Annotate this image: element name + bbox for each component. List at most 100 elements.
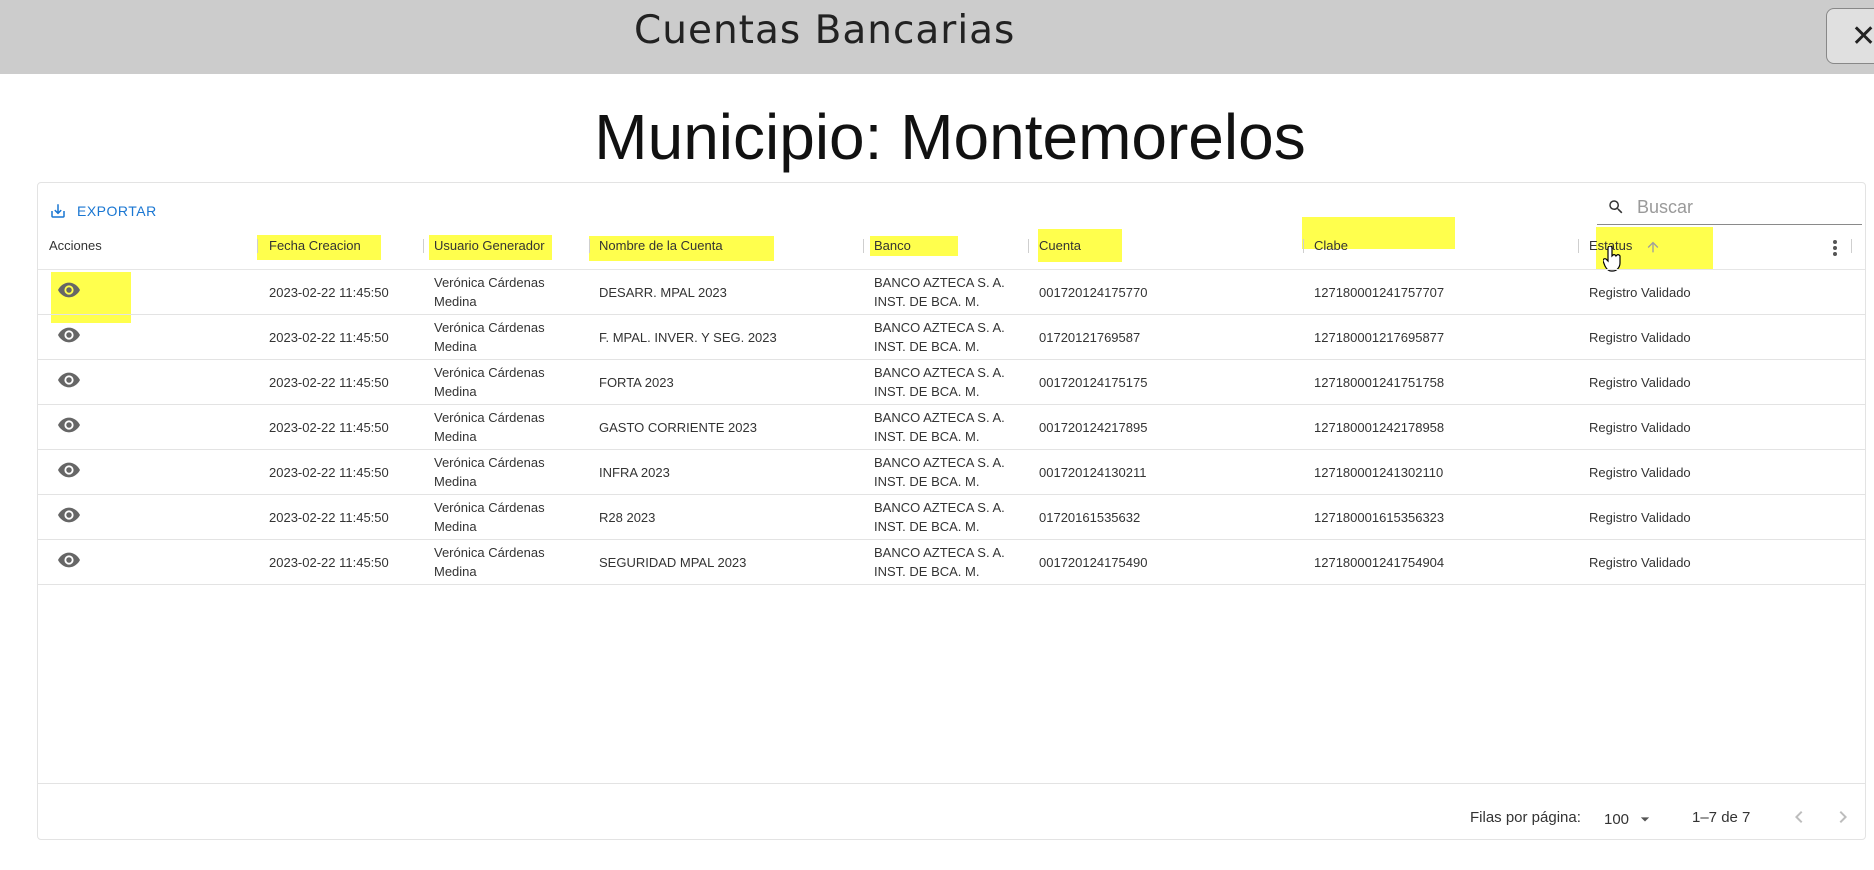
table-row[interactable]: 2023-02-22 11:45:50 Verónica Cárdenas Med… [38,450,1865,495]
cell-usuario: Verónica Cárdenas Medina [434,498,545,536]
cell-usuario-line1: Verónica Cárdenas [434,410,545,425]
search-box[interactable] [1597,189,1862,225]
cell-banco-line2: INST. DE BCA. M. [874,564,980,579]
caret-down-icon [1641,817,1650,822]
cell-nombre: INFRA 2023 [599,465,670,480]
column-separator[interactable] [1028,239,1029,253]
eye-icon[interactable] [58,417,80,433]
cell-cuenta: 001720124175175 [1039,375,1148,390]
cell-fecha: 2023-02-22 11:45:50 [269,420,389,435]
chevron-right-icon[interactable] [1831,805,1855,829]
cell-usuario-line2: Medina [434,564,477,579]
cell-usuario: Verónica Cárdenas Medina [434,318,545,356]
rows-per-page-select[interactable]: 100 [1604,809,1655,829]
eye-icon[interactable] [58,507,80,523]
eye-icon[interactable] [58,462,80,478]
column-separator[interactable] [423,239,424,253]
cell-usuario-line2: Medina [434,429,477,444]
column-header-cuenta[interactable]: Cuenta [1039,231,1081,261]
cell-banco-line2: INST. DE BCA. M. [874,294,980,309]
column-header-fecha[interactable]: Fecha Creacion [269,231,361,261]
table-row[interactable]: 2023-02-22 11:45:50 Verónica Cárdenas Med… [38,315,1865,360]
cell-usuario-line1: Verónica Cárdenas [434,545,545,560]
cell-banco: BANCO AZTECA S. A. INST. DE BCA. M. [874,453,1005,491]
cell-estatus: Registro Validado [1589,510,1691,525]
cell-nombre: F. MPAL. INVER. Y SEG. 2023 [599,330,777,345]
column-header-acciones[interactable]: Acciones [49,231,102,261]
column-separator[interactable] [1578,239,1579,253]
cell-banco-line2: INST. DE BCA. M. [874,474,980,489]
cell-fecha: 2023-02-22 11:45:50 [269,285,389,300]
cell-banco: BANCO AZTECA S. A. INST. DE BCA. M. [874,363,1005,401]
eye-icon[interactable] [58,552,80,568]
cell-clabe: 127180001217695877 [1314,330,1445,345]
cell-clabe: 127180001615356323 [1314,510,1445,525]
table-row[interactable]: 2023-02-22 11:45:50 Verónica Cárdenas Med… [38,405,1865,450]
cell-estatus: Registro Validado [1589,285,1691,300]
close-icon: ✕ [1851,19,1874,54]
cell-usuario-line1: Verónica Cárdenas [434,320,545,335]
cell-usuario-line2: Medina [434,294,477,309]
cell-banco: BANCO AZTECA S. A. INST. DE BCA. M. [874,408,1005,446]
table-row[interactable]: 2023-02-22 11:45:50 Verónica Cárdenas Med… [38,495,1865,540]
cell-usuario: Verónica Cárdenas Medina [434,363,545,401]
column-separator[interactable] [257,239,258,253]
rows-per-page-label: Filas por página: [1470,809,1581,826]
cell-banco: BANCO AZTECA S. A. INST. DE BCA. M. [874,543,1005,581]
chevron-left-icon[interactable] [1787,805,1811,829]
dialog-title: Cuentas Bancarias [634,8,1016,53]
cell-cuenta: 001720124175490 [1039,555,1148,570]
export-label: EXPORTAR [77,203,157,219]
cell-banco: BANCO AZTECA S. A. INST. DE BCA. M. [874,318,1005,356]
column-separator[interactable] [1303,239,1304,253]
column-header-nombre[interactable]: Nombre de la Cuenta [599,231,723,261]
table-row[interactable]: 2023-02-22 11:45:50 Verónica Cárdenas Med… [38,270,1865,315]
cell-nombre: GASTO CORRIENTE 2023 [599,420,757,435]
search-input[interactable] [1635,193,1859,221]
cell-banco-line1: BANCO AZTECA S. A. [874,455,1005,470]
cell-usuario-line1: Verónica Cárdenas [434,275,545,290]
table-row[interactable]: 2023-02-22 11:45:50 Verónica Cárdenas Med… [38,360,1865,405]
cell-cuenta: 01720161535632 [1039,510,1141,525]
eye-icon[interactable] [58,327,80,343]
cell-estatus: Registro Validado [1589,420,1691,435]
cell-clabe: 127180001242178958 [1314,420,1445,435]
eye-icon[interactable] [58,372,80,388]
close-button[interactable]: ✕ [1826,8,1874,64]
search-icon [1609,200,1623,214]
column-header-banco[interactable]: Banco [874,231,911,261]
cell-banco-line1: BANCO AZTECA S. A. [874,410,1005,425]
cell-usuario-line2: Medina [434,519,477,534]
cell-cuenta: 001720124130211 [1039,465,1147,480]
column-header-clabe[interactable]: Clabe [1314,231,1348,261]
cell-banco-line1: BANCO AZTECA S. A. [874,500,1005,515]
column-separator[interactable] [589,239,590,253]
column-header-usuario[interactable]: Usuario Generador [434,231,545,261]
cell-usuario-line1: Verónica Cárdenas [434,365,545,380]
cell-fecha: 2023-02-22 11:45:50 [269,510,389,525]
cell-fecha: 2023-02-22 11:45:50 [269,375,389,390]
arrow-up-icon[interactable] [1645,239,1661,255]
cell-usuario-line2: Medina [434,474,477,489]
table-row[interactable]: 2023-02-22 11:45:50 Verónica Cárdenas Med… [38,540,1865,585]
cell-cuenta: 001720124217895 [1039,420,1148,435]
eye-icon[interactable] [58,282,80,298]
column-separator[interactable] [863,239,864,253]
cell-usuario: Verónica Cárdenas Medina [434,453,545,491]
cell-banco-line1: BANCO AZTECA S. A. [874,275,1005,290]
cell-fecha: 2023-02-22 11:45:50 [269,555,389,570]
cell-banco: BANCO AZTECA S. A. INST. DE BCA. M. [874,498,1005,536]
page-title: Municipio: Montemorelos [594,101,1306,173]
cell-estatus: Registro Validado [1589,330,1691,345]
kebab-icon[interactable] [1832,239,1838,257]
cell-fecha: 2023-02-22 11:45:50 [269,465,389,480]
cell-usuario: Verónica Cárdenas Medina [434,543,545,581]
cell-banco-line2: INST. DE BCA. M. [874,519,980,534]
cell-cuenta: 01720121769587 [1039,330,1141,345]
data-grid: EXPORTAR Acciones Fecha Creacion Usuario… [37,182,1866,840]
cell-banco: BANCO AZTECA S. A. INST. DE BCA. M. [874,273,1005,311]
column-separator[interactable] [1851,239,1852,253]
export-button[interactable]: EXPORTAR [49,197,157,225]
cell-nombre: FORTA 2023 [599,375,674,390]
cell-nombre: R28 2023 [599,510,656,525]
